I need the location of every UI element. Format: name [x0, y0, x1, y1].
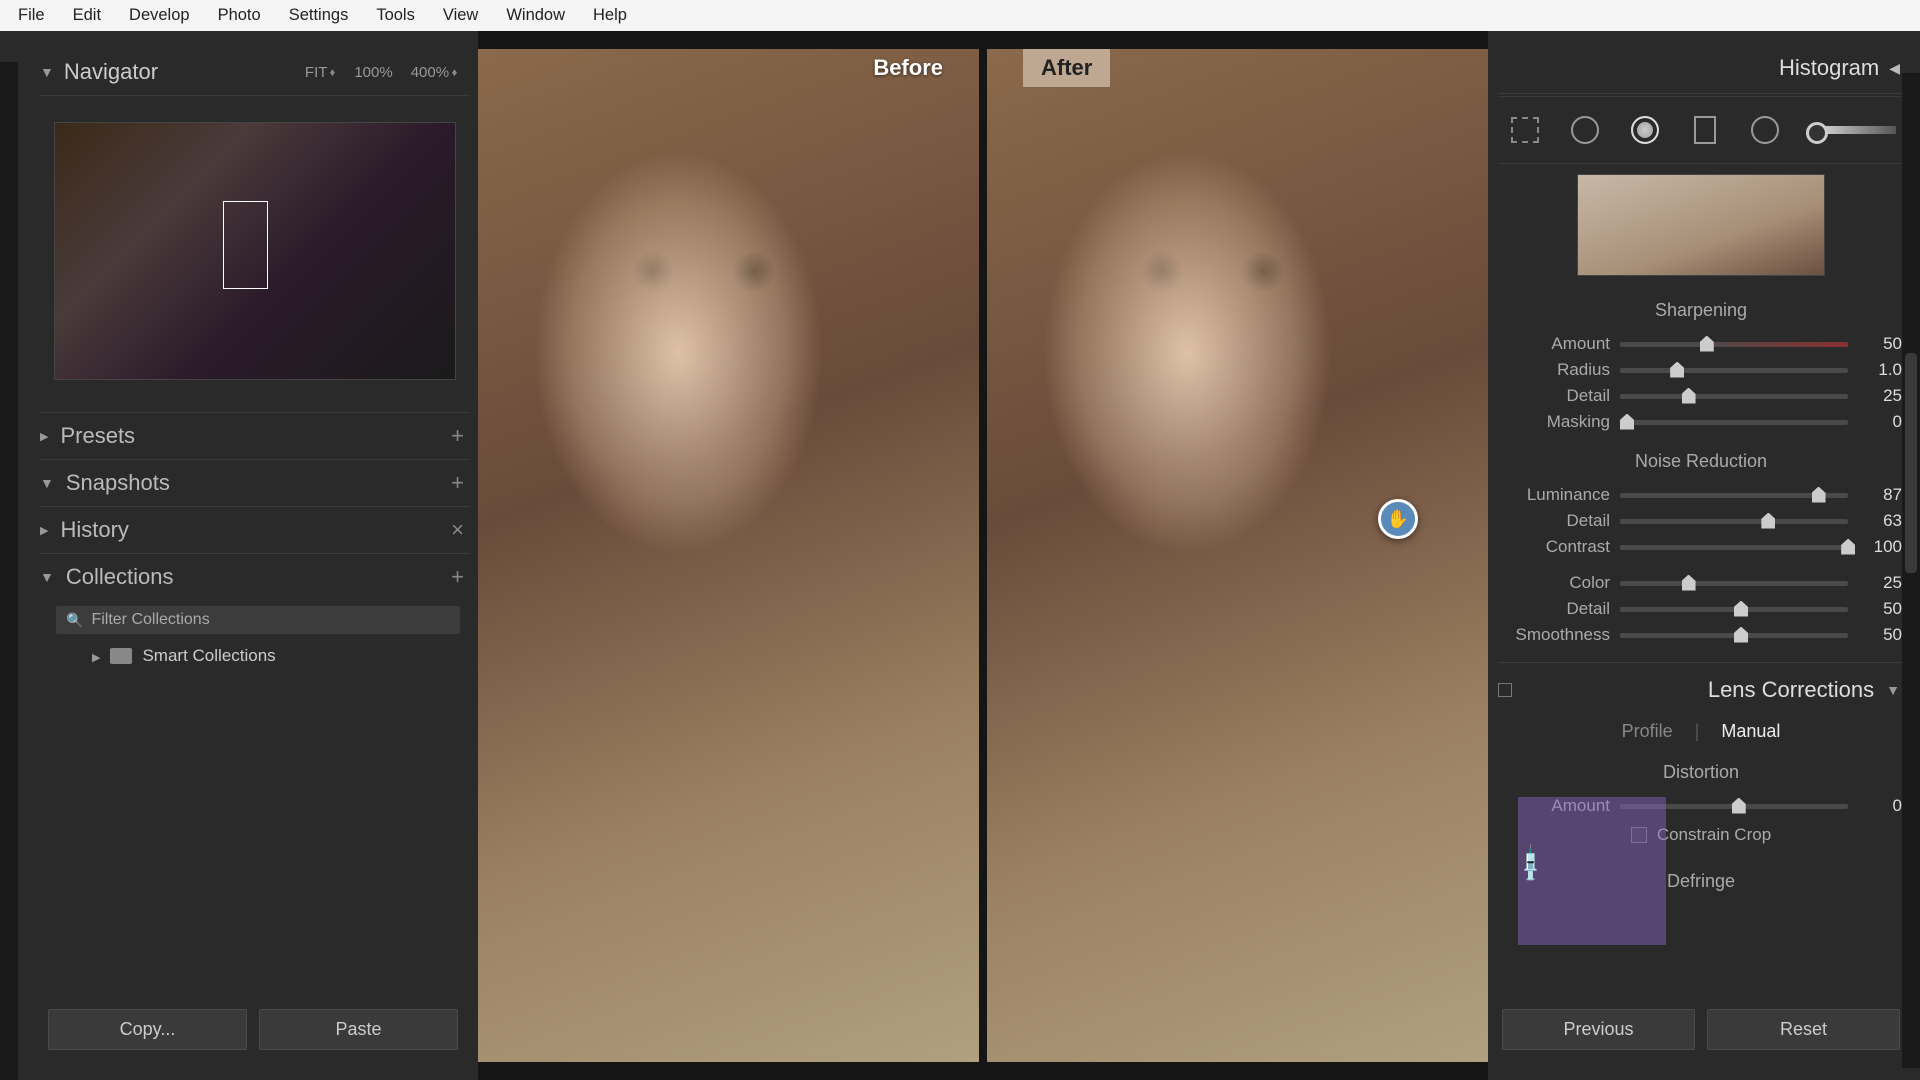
lens-tabs: Profile | Manual — [1498, 713, 1904, 756]
menu-tools[interactable]: Tools — [362, 1, 429, 30]
menu-window[interactable]: Window — [492, 1, 579, 30]
zoom-fit[interactable]: FIT◆ — [305, 64, 336, 81]
distortion-title: Distortion — [1498, 756, 1904, 793]
add-collection-icon[interactable]: + — [451, 564, 464, 590]
sharpening-title: Sharpening — [1498, 294, 1904, 331]
histogram-header[interactable]: Histogram ◀ — [1498, 49, 1904, 94]
noise-contrast-slider[interactable]: Contrast 100 — [1498, 534, 1904, 560]
folder-icon — [110, 648, 132, 664]
spot-removal-tool-icon[interactable] — [1566, 113, 1604, 147]
before-label: Before — [855, 49, 961, 87]
chevron-right-icon — [40, 521, 48, 539]
chevron-down-icon[interactable]: ▼ — [1886, 682, 1900, 698]
hand-cursor-icon: ✋ — [1378, 499, 1418, 539]
filter-collections-input[interactable]: 🔍 Filter Collections — [56, 606, 460, 634]
adjustment-brush-tool-icon[interactable] — [1814, 126, 1896, 134]
sharpen-detail-slider[interactable]: Detail 25 — [1498, 383, 1904, 409]
chevron-down-icon: ▼ — [40, 569, 54, 585]
navigator-title: Navigator — [64, 59, 158, 85]
lens-corrections-header[interactable]: Lens Corrections ▼ — [1498, 662, 1904, 713]
history-section[interactable]: History × — [40, 506, 470, 553]
preview-area: Before After ✋ — [478, 31, 1488, 1080]
graduated-filter-tool-icon[interactable] — [1686, 113, 1724, 147]
noise-color-detail-slider[interactable]: Detail 50 — [1498, 596, 1904, 622]
sharpen-masking-slider[interactable]: Masking 0 — [1498, 409, 1904, 435]
tool-strip — [1498, 96, 1904, 164]
panel-toggle-icon[interactable] — [1498, 683, 1512, 697]
menu-file[interactable]: File — [4, 1, 59, 30]
noise-luminance-slider[interactable]: Luminance 87 — [1498, 482, 1904, 508]
navigator-header[interactable]: ▼ Navigator FIT◆ 100% 400%◆ — [40, 51, 470, 96]
after-label: After — [1023, 49, 1110, 87]
sharpen-amount-slider[interactable]: Amount 50 — [1498, 331, 1904, 357]
chevron-right-icon — [40, 427, 48, 445]
radial-filter-tool-icon[interactable] — [1746, 113, 1784, 147]
chevron-left-icon[interactable]: ◀ — [1889, 60, 1900, 77]
tab-profile[interactable]: Profile — [1622, 721, 1673, 742]
menubar[interactable]: File Edit Develop Photo Settings Tools V… — [0, 0, 1920, 31]
presets-section[interactable]: Presets + — [40, 412, 470, 459]
clear-history-icon[interactable]: × — [451, 517, 464, 543]
snapshots-section[interactable]: ▼Snapshots + — [40, 459, 470, 506]
sharpen-radius-slider[interactable]: Radius 1.0 — [1498, 357, 1904, 383]
noise-color-slider[interactable]: Color 25 — [1498, 570, 1904, 596]
tab-manual[interactable]: Manual — [1721, 721, 1780, 742]
crop-tool-icon[interactable] — [1506, 113, 1544, 147]
chevron-right-icon — [92, 646, 100, 666]
smart-collections-item[interactable]: Smart Collections — [40, 642, 470, 670]
previous-button[interactable]: Previous — [1502, 1009, 1695, 1050]
redeye-tool-icon[interactable] — [1626, 113, 1664, 147]
menu-help[interactable]: Help — [579, 1, 641, 30]
before-preview[interactable]: Before — [478, 49, 979, 1062]
menu-edit[interactable]: Edit — [59, 1, 115, 30]
add-snapshot-icon[interactable]: + — [451, 470, 464, 496]
add-preset-icon[interactable]: + — [451, 423, 464, 449]
menu-develop[interactable]: Develop — [115, 1, 204, 30]
zoom-100[interactable]: 100% — [354, 64, 392, 81]
menu-view[interactable]: View — [429, 1, 492, 30]
copy-button[interactable]: Copy... — [48, 1009, 247, 1050]
chevron-down-icon[interactable]: ▼ — [40, 64, 54, 80]
left-panel: ▼ Navigator FIT◆ 100% 400%◆ Presets + ▼S… — [0, 31, 478, 1080]
chevron-down-icon: ▼ — [40, 475, 54, 491]
detail-thumbnail[interactable] — [1577, 174, 1825, 276]
right-scrollbar[interactable] — [1902, 73, 1920, 1068]
reset-button[interactable]: Reset — [1707, 1009, 1900, 1050]
zoom-400[interactable]: 400%◆ — [411, 64, 458, 81]
navigator-thumbnail[interactable] — [54, 122, 456, 380]
noise-smoothness-slider[interactable]: Smoothness 50 — [1498, 622, 1904, 648]
noise-detail-slider[interactable]: Detail 63 — [1498, 508, 1904, 534]
search-icon: 🔍 — [66, 612, 83, 629]
after-preview[interactable]: After ✋ — [987, 49, 1488, 1062]
right-panel: Histogram ◀ Sharpening Amount 50 Radius … — [1488, 31, 1920, 1080]
noise-reduction-title: Noise Reduction — [1498, 445, 1904, 482]
paste-button[interactable]: Paste — [259, 1009, 458, 1050]
menu-settings[interactable]: Settings — [275, 1, 363, 30]
navigator-viewport-rect[interactable] — [223, 201, 268, 289]
menu-photo[interactable]: Photo — [204, 1, 275, 30]
collections-section[interactable]: ▼Collections + — [40, 553, 470, 600]
